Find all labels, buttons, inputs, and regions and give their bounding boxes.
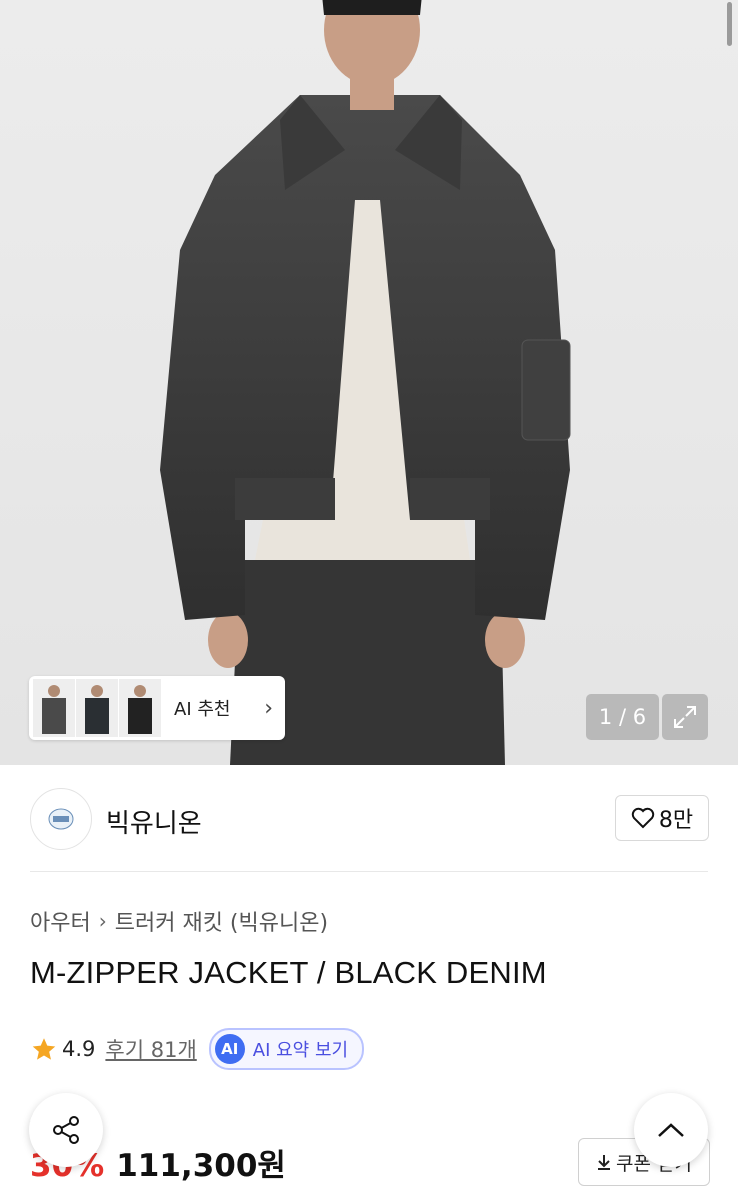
share-button[interactable] [29,1093,103,1167]
model-photo [160,0,571,765]
chevron-up-icon [658,1123,684,1137]
image-counter: 1 / 6 [586,694,659,740]
share-icon [53,1116,79,1144]
ai-summary-button[interactable]: AI AI 요약 보기 [208,1028,365,1070]
download-icon [598,1155,611,1170]
ai-summary-label: AI 요약 보기 [252,1040,349,1061]
divider [30,871,708,872]
heart-icon [631,807,655,829]
recommend-thumbnail [119,679,161,737]
rating-row: 4.9 후기 81개 AI AI 요약 보기 [30,1028,365,1070]
ai-recommend-label: AI 추천 [174,699,231,720]
review-link[interactable]: 후기 81개 [105,1034,196,1064]
scroll-top-button[interactable] [634,1093,708,1167]
breadcrumb: 아우터 › 트러커 재킷 (빅유니온) [30,905,328,937]
product-title: M-ZIPPER JACKET / BLACK DENIM [30,955,547,990]
recommend-thumbnail [76,679,118,737]
chevron-right-icon: › [264,696,273,721]
expand-button[interactable] [662,694,708,740]
like-count: 8만 [658,808,694,833]
brand-logo-icon [48,808,74,830]
scrollbar[interactable] [727,2,732,46]
expand-icon [674,706,696,728]
recommend-thumbnail [33,679,75,737]
ai-badge-icon: AI [214,1034,245,1064]
chevron-right-icon: › [98,909,107,933]
breadcrumb-item-trucker[interactable]: 트러커 재킷 (빅유니온) [115,905,328,937]
ai-recommend-card[interactable]: AI 추천 › [29,676,285,740]
brand-name[interactable]: 빅유니온 [106,803,202,840]
brand-logo[interactable] [30,788,92,850]
breadcrumb-item-outer[interactable]: 아우터 [30,905,91,937]
rating-score: 4.9 [62,1037,96,1061]
product-image[interactable]: AI 추천 › 1 / 6 [0,0,738,765]
star-icon [32,1037,56,1060]
sale-price: 111,300원 [116,1148,286,1184]
like-button[interactable]: 8만 [615,795,709,841]
